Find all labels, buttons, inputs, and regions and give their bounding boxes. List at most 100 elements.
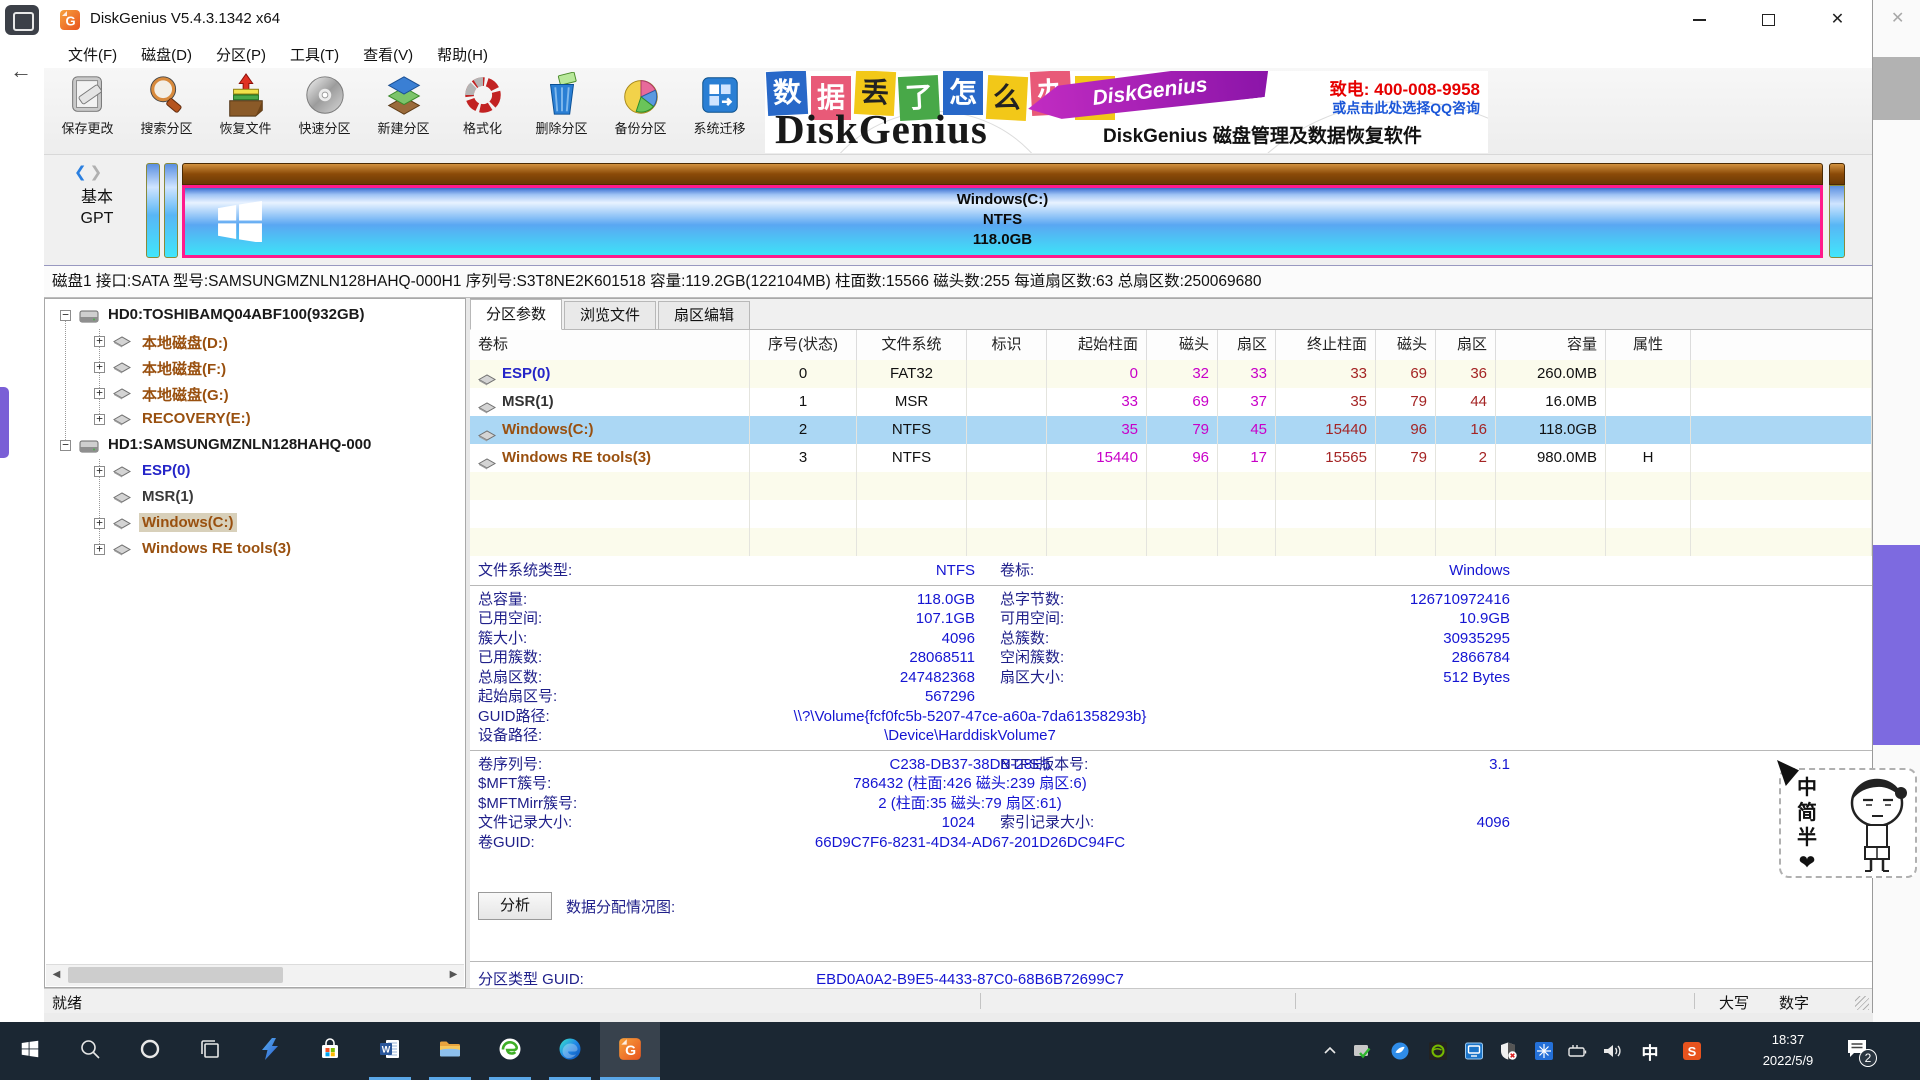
table-cell [1047, 472, 1147, 500]
power-icon[interactable] [1566, 1039, 1590, 1063]
tree-item-esp-0-[interactable]: +ESP(0) [45, 459, 465, 485]
taskbar-clock[interactable]: 18:37 2022/5/9 [1742, 1029, 1834, 1071]
disk-info-line: 磁盘1 接口:SATA 型号:SAMSUNGMZNLN128HAHQ-000H1… [44, 265, 1872, 298]
expander-collapse-icon[interactable]: − [60, 310, 71, 321]
expander-expand-icon[interactable]: + [94, 466, 105, 477]
scrollbar-thumb[interactable] [68, 967, 283, 983]
tree-item-recovery-e-[interactable]: +RECOVERY(E:) [45, 407, 465, 433]
sogou-icon[interactable]: S [1680, 1039, 1704, 1063]
edge-button[interactable] [540, 1022, 600, 1080]
partition-icon [478, 396, 496, 416]
volume-details: 文件系统类型:NTFS卷标:Windows总容量:118.0GB总字节数:126… [470, 561, 1872, 852]
partition-segment-esp[interactable] [146, 163, 160, 258]
tab-partition-params[interactable]: 分区参数 [470, 299, 562, 330]
intel-graphics-icon[interactable] [1462, 1039, 1486, 1063]
expander-expand-icon[interactable]: + [94, 518, 105, 529]
partition-segment-msr[interactable] [164, 163, 178, 258]
format-icon [460, 72, 506, 118]
next-disk-icon[interactable]: ❯ [90, 164, 106, 181]
background-window-left: ← [0, 0, 45, 1080]
cortana-button[interactable] [120, 1022, 180, 1080]
security-shield-icon[interactable] [1496, 1039, 1520, 1063]
ime-status-panel[interactable]: 中简半❤ [1779, 768, 1917, 878]
start-button[interactable] [0, 1022, 60, 1080]
word-button[interactable]: W [360, 1022, 420, 1080]
table-cell: 15440 [1276, 416, 1376, 444]
table-row-esp-0-[interactable]: ESP(0)0FAT3203233336936260.0MB [470, 360, 1872, 388]
scroll-left-icon[interactable]: ◀ [46, 965, 67, 985]
tree-horizontal-scrollbar[interactable]: ◀ ▶ [46, 964, 464, 986]
partition-segment-body[interactable]: Windows(C:) NTFS 118.0GB [182, 185, 1823, 258]
tree-item-msr-1-[interactable]: MSR(1) [45, 485, 465, 511]
menu-item-4[interactable]: 查看(V) [351, 44, 425, 65]
tree-item-hd1-samsungmznln128hahq-000[interactable]: −HD1:SAMSUNGMZNLN128HAHQ-000 [45, 433, 465, 459]
prev-disk-icon[interactable]: ❮ [74, 164, 90, 181]
toolbar-button-1[interactable]: 搜索分区 [127, 71, 206, 152]
toolbar-button-6[interactable]: 删除分区 [522, 71, 601, 152]
close-icon[interactable]: ✕ [1803, 0, 1872, 40]
table-row-windows-re-tools-3-[interactable]: Windows RE tools(3)3NTFS1544096171556579… [470, 444, 1872, 472]
toolbar-button-5[interactable]: 格式化 [443, 71, 522, 152]
search-button[interactable] [60, 1022, 120, 1080]
table-row-windows-c-[interactable]: Windows(C:)2NTFS357945154409616118.0GB [470, 416, 1872, 444]
thunder-button[interactable] [240, 1022, 300, 1080]
toolbar-button-8[interactable]: 系统迁移 [680, 71, 759, 152]
analyze-button[interactable]: 分析 [478, 892, 552, 920]
menu-item-5[interactable]: 帮助(H) [425, 44, 500, 65]
volume-icon[interactable] [1600, 1039, 1624, 1063]
ime-zh-icon[interactable]: 中 [1638, 1039, 1662, 1063]
task-view-button[interactable] [180, 1022, 240, 1080]
cortana-icon [138, 1037, 162, 1066]
toolbar-button-0[interactable]: 保存更改 [48, 71, 127, 152]
expander-expand-icon[interactable]: + [94, 388, 105, 399]
table-row-msr-1-[interactable]: MSR(1)1MSR33693735794416.0MB [470, 388, 1872, 416]
background-gray-block [1873, 57, 1920, 120]
table-cell: 33 [1047, 388, 1147, 416]
menu-item-3[interactable]: 工具(T) [278, 44, 351, 65]
tree-item-windows-c-[interactable]: +Windows(C:) [45, 511, 465, 537]
tree-item--g-[interactable]: +本地磁盘(G:) [45, 381, 465, 407]
scroll-right-icon[interactable]: ▶ [443, 965, 464, 985]
toolbar-button-3[interactable]: 快速分区 [285, 71, 364, 152]
snowflake-icon[interactable] [1532, 1039, 1556, 1063]
hidden-icons-chevron[interactable] [1318, 1039, 1342, 1063]
notification-center-icon[interactable]: 2 [1845, 1037, 1875, 1065]
search-partition-icon [144, 72, 190, 118]
nvidia-icon[interactable] [1426, 1039, 1450, 1063]
expander-collapse-icon[interactable]: − [60, 440, 71, 451]
maximize-icon[interactable] [1734, 0, 1803, 40]
ad-banner[interactable]: 数据丢了怎么办！ DiskGenius DiskGenius 致电: 400-0… [765, 71, 1488, 153]
toolbar-button-4[interactable]: 新建分区 [364, 71, 443, 152]
toolbar-button-2[interactable]: 恢复文件 [206, 71, 285, 152]
expander-expand-icon[interactable]: + [94, 544, 105, 555]
thunder-tray-icon[interactable] [1388, 1039, 1412, 1063]
menu-item-1[interactable]: 磁盘(D) [129, 44, 204, 65]
menu-item-0[interactable]: 文件(F) [56, 44, 129, 65]
tree-item-windows-re-tools-3-[interactable]: +Windows RE tools(3) [45, 537, 465, 563]
tree-item--d-[interactable]: +本地磁盘(D:) [45, 329, 465, 355]
expander-expand-icon[interactable]: + [94, 336, 105, 347]
detail-label: 已用簇数: [478, 648, 542, 668]
tree-item--f-[interactable]: +本地磁盘(F:) [45, 355, 465, 381]
browser-360-button[interactable] [480, 1022, 540, 1080]
diskgenius-button[interactable]: G [600, 1022, 660, 1080]
tab-browse-files[interactable]: 浏览文件 [564, 301, 656, 329]
resize-grip[interactable] [1855, 996, 1869, 1010]
expander-expand-icon[interactable]: + [94, 362, 105, 373]
tab-sector-edit[interactable]: 扇区编辑 [658, 301, 750, 329]
toolbar-button-7[interactable]: 备份分区 [601, 71, 680, 152]
table-cell: 79 [1376, 444, 1436, 472]
menu-item-2[interactable]: 分区(P) [204, 44, 278, 65]
partition-segment-re-tools[interactable] [1829, 163, 1845, 258]
expander-expand-icon[interactable]: + [94, 414, 105, 425]
banner-qq-link[interactable]: 或点击此处选择QQ咨询 [1332, 98, 1480, 118]
partition-segment-windows-c[interactable]: Windows(C:) NTFS 118.0GB [182, 163, 1823, 258]
minimize-icon[interactable] [1665, 0, 1734, 40]
disk-nav-arrows[interactable]: ❮❯ [74, 163, 105, 181]
file-explorer-button[interactable] [420, 1022, 480, 1080]
table-cell [1436, 500, 1496, 528]
store-button[interactable] [300, 1022, 360, 1080]
sync-check-icon[interactable] [1350, 1039, 1374, 1063]
tree-item-hd0-toshibamq04abf100-932gb-[interactable]: −HD0:TOSHIBAMQ04ABF100(932GB) [45, 303, 465, 329]
clock-time: 18:37 [1742, 1029, 1834, 1050]
